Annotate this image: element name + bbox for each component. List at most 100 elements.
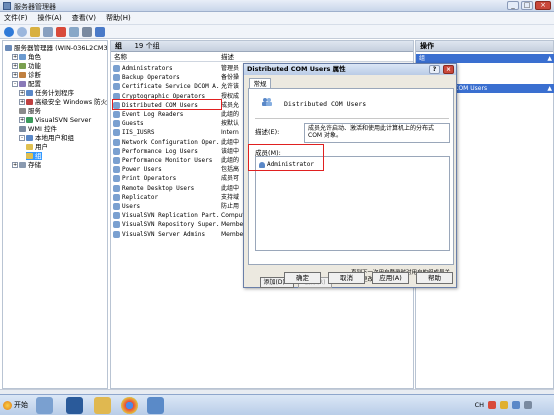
tray-icon[interactable]: [512, 401, 520, 409]
expander-icon[interactable]: +: [19, 90, 25, 96]
group-icon: [113, 184, 120, 192]
tray-icon[interactable]: [488, 401, 496, 409]
row-name: Backup Operators: [122, 74, 180, 82]
tree-item[interactable]: + 功能: [12, 62, 41, 70]
group-name: Distributed COM Users: [284, 100, 367, 108]
powershell-taskbar-icon[interactable]: [66, 397, 83, 414]
dialog-title: Distributed COM Users 属性: [247, 65, 346, 73]
help-icon[interactable]: [95, 26, 105, 37]
tree-item[interactable]: WMI 控件: [19, 125, 57, 133]
title-bar: 服务器管理器 _ □ ×: [0, 0, 554, 12]
help-button[interactable]: 帮助: [416, 272, 453, 284]
column-name[interactable]: 名称: [114, 53, 127, 62]
tree-item[interactable]: + VisualSVN Server: [19, 116, 91, 124]
properties-icon[interactable]: [82, 26, 92, 37]
tree-item-label: 组: [35, 152, 42, 160]
expander-icon[interactable]: +: [19, 117, 25, 123]
tree-item[interactable]: 组: [26, 152, 42, 160]
tree-item[interactable]: + 高级安全 Windows 防火墙: [19, 98, 107, 106]
expander-icon[interactable]: +: [12, 63, 18, 69]
row-name: VisualSVN Repository Super...: [122, 221, 219, 229]
tree-item-label: 功能: [28, 62, 41, 70]
server-icon: [5, 45, 12, 51]
column-description[interactable]: 描述: [221, 53, 234, 62]
group-icon: [113, 120, 120, 128]
group-icon: [113, 83, 120, 91]
toolbar: [0, 25, 554, 39]
tree-item[interactable]: + 存储: [12, 161, 41, 169]
tree-item[interactable]: + 诊断: [12, 71, 41, 79]
expander-icon[interactable]: +: [12, 162, 18, 168]
tree-item[interactable]: + 任务计划程序: [19, 89, 74, 97]
group-icon: [113, 175, 120, 183]
tree-item[interactable]: 服务器管理器 (WIN-036L2CM3C0): [5, 44, 107, 52]
row-name: Network Configuration Oper...: [122, 138, 219, 146]
group-icon: [113, 212, 120, 220]
apply-button[interactable]: 应用(A): [372, 272, 409, 284]
expander-icon[interactable]: -: [19, 135, 25, 141]
dialog-close-button[interactable]: ×: [443, 65, 454, 74]
tab-general[interactable]: 常规: [249, 78, 271, 88]
show-hide-tree-icon[interactable]: [43, 26, 53, 37]
row-name: Users: [122, 203, 141, 210]
tree-item-label: 用户: [35, 143, 48, 151]
explorer-taskbar-icon[interactable]: [94, 397, 111, 414]
actions-section-groups[interactable]: 组 ▲: [416, 54, 554, 63]
ok-button[interactable]: 确定: [284, 272, 321, 284]
tree-item-label: VisualSVN Server: [35, 116, 92, 124]
server-manager-window: 服务器管理器 _ □ × 文件(F) 操作(A) 查看(V) 帮助(H) 服务器…: [0, 0, 554, 415]
expander-icon[interactable]: +: [19, 99, 25, 105]
close-button[interactable]: ×: [535, 1, 551, 10]
menu-help[interactable]: 帮助(H): [106, 13, 131, 23]
start-button[interactable]: 开始: [2, 398, 32, 413]
dialog-help-icon[interactable]: ?: [429, 65, 440, 74]
actions-header: 操作: [416, 41, 553, 52]
list-header: 组 19 个组: [111, 41, 413, 52]
tray-icon[interactable]: [524, 401, 532, 409]
collapse-icon[interactable]: ▲: [547, 84, 552, 93]
network-taskbar-icon[interactable]: [147, 397, 164, 414]
tree-item-label: 任务计划程序: [35, 89, 74, 97]
tray-icon[interactable]: [500, 401, 508, 409]
navigation-tree: 服务器管理器 (WIN-036L2CM3C0)+角色+功能+诊断-配置+任务计划…: [2, 40, 108, 389]
ime-indicator[interactable]: CH: [475, 401, 484, 409]
group-icon: [113, 129, 120, 137]
tree-item[interactable]: - 本地用户和组: [19, 134, 74, 142]
collapse-icon[interactable]: ▲: [547, 54, 552, 63]
tree-item-label: 本地用户和组: [35, 134, 74, 142]
highlight-box-list-row: [112, 99, 222, 110]
menu-view[interactable]: 查看(V): [72, 13, 96, 23]
server-manager-taskbar-icon[interactable]: [36, 397, 53, 414]
forward-icon[interactable]: [17, 26, 27, 37]
tree-item[interactable]: - 配置: [12, 80, 41, 88]
up-folder-icon[interactable]: [30, 26, 40, 37]
windows-orb-icon: [3, 401, 12, 410]
folder-icon: [26, 144, 33, 150]
maximize-button[interactable]: □: [521, 1, 533, 10]
tree-item[interactable]: 服务: [19, 107, 41, 115]
row-name: Performance Log Users: [122, 147, 198, 155]
group-icon: [113, 230, 120, 238]
tree-item-label: 配置: [28, 80, 41, 88]
folder-icon: [26, 153, 33, 159]
description-field[interactable]: 成员允许启动、激活和使用此计算机上的分布式 COM 对象。: [304, 123, 450, 143]
menu-action[interactable]: 操作(A): [38, 13, 62, 23]
minimize-button[interactable]: _: [507, 1, 519, 10]
menu-bar: 文件(F) 操作(A) 查看(V) 帮助(H): [0, 12, 554, 25]
expander-icon[interactable]: +: [12, 72, 18, 78]
expander-icon[interactable]: +: [12, 54, 18, 60]
tree-item[interactable]: + 角色: [12, 53, 41, 61]
taskbar: 开始 CH: [0, 394, 554, 415]
chrome-taskbar-icon[interactable]: [121, 397, 138, 414]
cancel-button[interactable]: 取消: [328, 272, 365, 284]
group-icon: [113, 147, 120, 155]
row-name: Performance Monitor Users: [122, 157, 213, 164]
export-list-icon[interactable]: [69, 26, 79, 37]
expander-icon[interactable]: -: [12, 81, 18, 87]
tree-item-label: 诊断: [28, 71, 41, 79]
delete-icon[interactable]: [56, 26, 66, 37]
row-name: Guests: [122, 120, 144, 128]
tree-item[interactable]: 用户: [26, 143, 48, 151]
menu-file[interactable]: 文件(F): [4, 13, 28, 23]
back-icon[interactable]: [4, 26, 14, 37]
